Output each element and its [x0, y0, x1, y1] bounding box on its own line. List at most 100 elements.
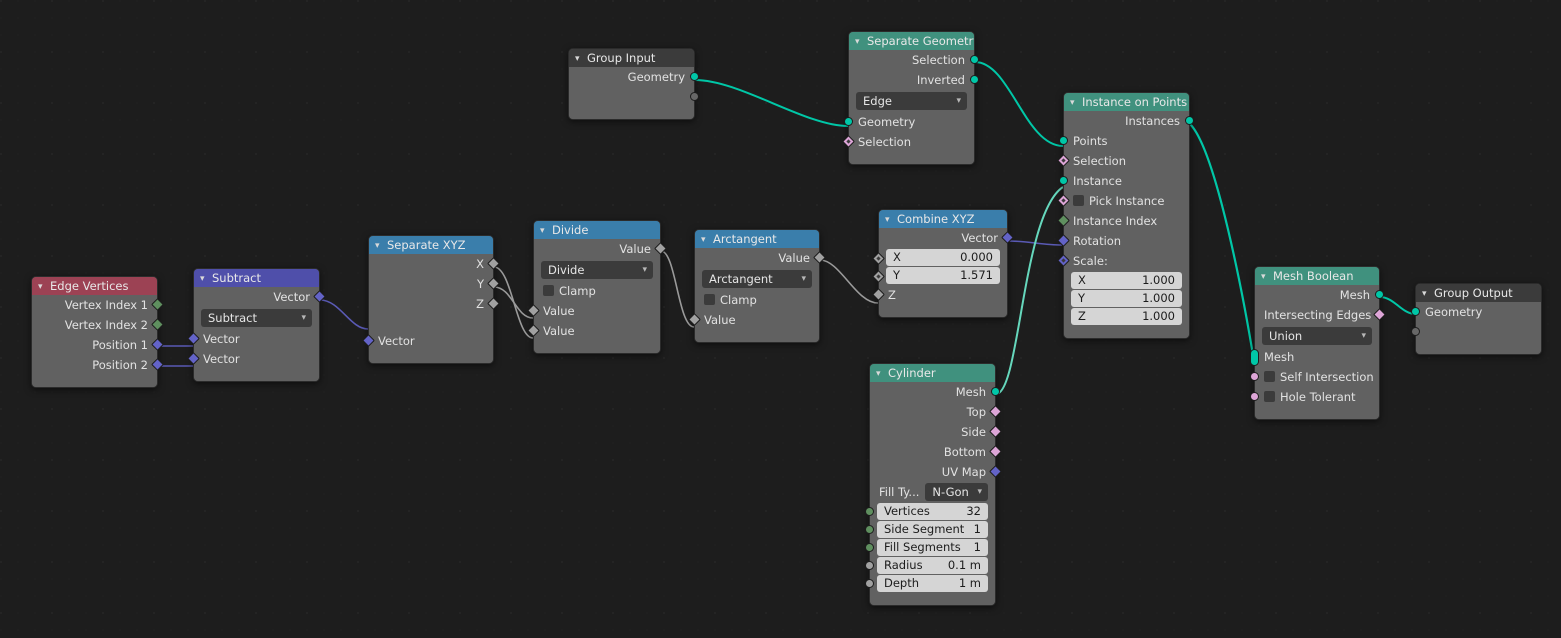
node-header-separate-xyz[interactable]: ▾ Separate XYZ — [369, 236, 493, 254]
socket-y-out[interactable] — [487, 277, 500, 290]
chevron-down-icon[interactable]: ▾ — [1070, 94, 1082, 111]
pick-instance-row[interactable]: Pick Instance — [1057, 191, 1189, 211]
socket-value-in-2[interactable] — [527, 324, 540, 337]
socket-side-segments-in[interactable] — [865, 525, 874, 534]
chevron-down-icon[interactable]: ▾ — [885, 211, 897, 228]
radius-field[interactable]: Radius 0.1 m — [877, 557, 988, 574]
output-socket-row[interactable]: Bottom — [870, 442, 1002, 462]
socket-instance-in[interactable] — [1059, 176, 1068, 185]
node-header-group-input[interactable]: ▾ Group Input — [569, 49, 694, 67]
socket-scale-in[interactable] — [1057, 254, 1070, 267]
chevron-down-icon[interactable]: ▾ — [575, 50, 587, 67]
node-edge-vertices[interactable]: ▾ Edge Vertices Vertex Index 1 Vertex Ind… — [31, 276, 164, 388]
operation-dropdown[interactable]: Arctangent ▾ — [702, 270, 812, 288]
operation-dropdown[interactable]: Subtract ▾ — [201, 309, 312, 327]
input-socket-row[interactable]: Z — [872, 285, 1007, 305]
socket-mesh-out[interactable] — [991, 387, 1000, 396]
socket-vector-out[interactable] — [313, 290, 326, 303]
socket-vector-in-2[interactable] — [187, 352, 200, 365]
output-socket-row[interactable]: Vertex Index 2 — [32, 315, 164, 335]
node-header-arctangent[interactable]: ▾ Arctangent — [695, 230, 819, 248]
socket-rotation-in[interactable] — [1057, 234, 1070, 247]
socket-position-1[interactable] — [151, 338, 164, 351]
input-socket-row[interactable]: Vector — [187, 349, 319, 369]
field-row-fill-segments[interactable]: Fill Segments 1 — [865, 539, 995, 556]
socket-y-in[interactable] — [872, 270, 885, 283]
socket-inverted-out[interactable] — [970, 75, 979, 84]
output-socket-row[interactable]: UV Map — [870, 462, 1002, 482]
socket-side-out[interactable] — [989, 425, 1002, 438]
output-socket-row[interactable]: Vector — [194, 287, 326, 307]
field-row-vertices[interactable]: Vertices 32 — [865, 503, 995, 520]
x-value-field[interactable]: X 0.000 — [886, 249, 1000, 266]
output-socket-row[interactable]: Intersecting Edges — [1255, 305, 1386, 325]
node-header-combine-xyz[interactable]: ▾ Combine XYZ — [879, 210, 1007, 228]
socket-instance-index-in[interactable] — [1057, 214, 1070, 227]
output-socket-row[interactable]: Y — [369, 274, 500, 294]
domain-dropdown[interactable]: Edge ▾ — [856, 92, 967, 110]
socket-radius-in[interactable] — [865, 561, 874, 570]
input-socket-row[interactable]: Vector — [362, 331, 493, 351]
socket-virtual-out[interactable] — [690, 92, 699, 101]
node-arctangent[interactable]: ▾ Arctangent Value Arctangent ▾ Clamp Val… — [688, 229, 826, 343]
socket-vector-out[interactable] — [1001, 231, 1014, 244]
chevron-down-icon[interactable]: ▾ — [200, 270, 212, 287]
field-row-side-segments[interactable]: Side Segment 1 — [865, 521, 995, 538]
input-socket-row[interactable]: Value — [688, 310, 819, 330]
output-socket-row[interactable]: Mesh — [1255, 285, 1384, 305]
socket-z-in[interactable] — [872, 288, 885, 301]
socket-vertex-index-2[interactable] — [151, 318, 164, 331]
output-socket-row[interactable]: Instances — [1064, 111, 1194, 131]
node-header-subtract[interactable]: ▾ Subtract — [194, 269, 319, 287]
input-socket-row-virtual[interactable] — [1411, 322, 1541, 342]
chevron-down-icon[interactable]: ▾ — [1261, 268, 1273, 285]
socket-mesh-in-multi[interactable] — [1250, 349, 1259, 366]
socket-z-out[interactable] — [487, 297, 500, 310]
socket-x-in[interactable] — [872, 252, 885, 265]
input-socket-row[interactable]: Selection — [1057, 151, 1189, 171]
socket-vector-in[interactable] — [362, 334, 375, 347]
socket-intersecting-edges-out[interactable] — [1373, 308, 1386, 321]
output-socket-row[interactable]: Value — [534, 239, 667, 259]
node-group-input[interactable]: ▾ Group Input Geometry — [568, 48, 699, 120]
socket-virtual-in[interactable] — [1411, 327, 1420, 336]
socket-geometry-out[interactable] — [690, 72, 699, 81]
output-socket-row[interactable]: Vertex Index 1 — [32, 295, 164, 315]
chevron-down-icon[interactable]: ▾ — [38, 278, 50, 295]
input-socket-row[interactable]: Scale: — [1057, 251, 1189, 271]
input-socket-row[interactable]: Points — [1059, 131, 1189, 151]
socket-x-out[interactable] — [487, 257, 500, 270]
node-separate-geometry[interactable]: ▾ Separate Geometry Selection Inverted Ed… — [842, 31, 979, 165]
socket-top-out[interactable] — [989, 405, 1002, 418]
node-header-separate-geometry[interactable]: ▾ Separate Geometry — [849, 32, 974, 50]
input-socket-row[interactable]: Value — [527, 301, 660, 321]
output-socket-row[interactable]: Selection — [849, 50, 979, 70]
field-row-x[interactable]: X 0.000 — [872, 249, 1007, 266]
node-divide[interactable]: ▾ Divide Value Divide ▾ Clamp Value Value — [527, 220, 667, 354]
socket-bottom-out[interactable] — [989, 445, 1002, 458]
checkbox-icon[interactable] — [543, 285, 554, 296]
input-socket-row[interactable]: Geometry — [1411, 302, 1541, 322]
input-socket-row[interactable]: Value — [527, 321, 660, 341]
output-socket-row[interactable]: Position 2 — [32, 355, 164, 375]
output-socket-row[interactable]: Side — [870, 422, 1002, 442]
node-header-edge-vertices[interactable]: ▾ Edge Vertices — [32, 277, 157, 295]
self-intersection-row[interactable]: Self Intersection — [1250, 367, 1379, 387]
node-cylinder[interactable]: ▾ Cylinder Mesh Top Side Bottom UV Map F… — [865, 363, 1002, 606]
chevron-down-icon[interactable]: ▾ — [540, 222, 552, 239]
chevron-down-icon[interactable]: ▾ — [701, 231, 713, 248]
checkbox-icon[interactable] — [1264, 371, 1275, 382]
scale-x-field[interactable]: X 1.000 — [1071, 272, 1182, 289]
socket-value-out[interactable] — [654, 242, 667, 255]
input-socket-row[interactable]: Selection — [842, 132, 974, 152]
output-socket-row[interactable]: Geometry — [569, 67, 699, 87]
output-socket-row[interactable]: Mesh — [870, 382, 1000, 402]
input-socket-row-multi[interactable]: Mesh — [1250, 347, 1379, 367]
socket-instances-out[interactable] — [1185, 116, 1194, 125]
output-socket-row-virtual[interactable] — [569, 87, 699, 107]
output-socket-row[interactable]: Position 1 — [32, 335, 164, 355]
depth-field[interactable]: Depth 1 m — [877, 575, 988, 592]
socket-uv-map-out[interactable] — [989, 465, 1002, 478]
chevron-down-icon[interactable]: ▾ — [855, 33, 867, 50]
node-header-mesh-boolean[interactable]: ▾ Mesh Boolean — [1255, 267, 1379, 285]
